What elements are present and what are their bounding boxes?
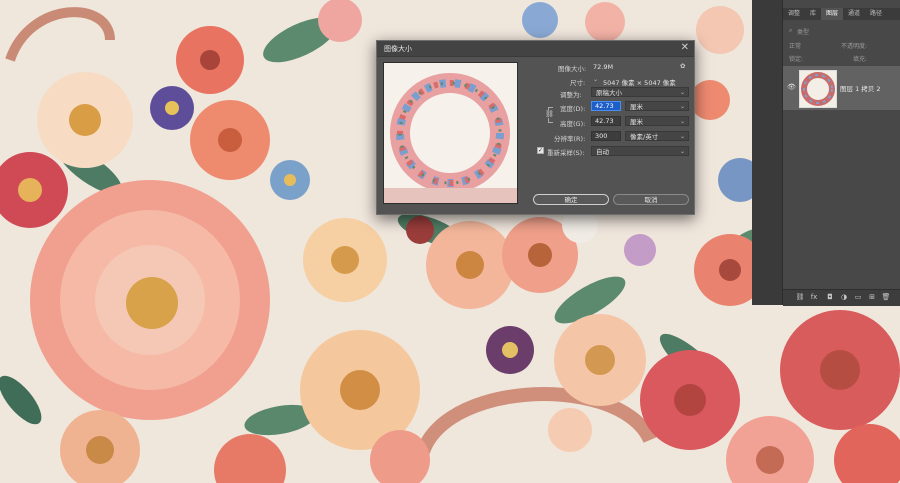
fit-to-select[interactable]: 原稿大小 ⌄: [591, 87, 689, 97]
gear-icon[interactable]: ✿: [680, 62, 685, 70]
height-unit-value: 厘米: [630, 118, 643, 126]
dimensions-value: 5047 像素 × 5047 像素: [603, 79, 676, 87]
chevron-down-icon: ⌄: [679, 148, 685, 155]
dialog-title: 图像大小: [384, 45, 412, 53]
chevron-down-icon: ⌄: [679, 89, 685, 96]
chevron-down-icon: ⌄: [679, 103, 685, 110]
chevron-down-icon: ⌄: [679, 118, 685, 125]
height-label: 高度(G):: [560, 120, 586, 128]
trash-icon[interactable]: 🗑: [881, 293, 891, 301]
dialog-title-bar[interactable]: 图像大小 ✕: [377, 41, 694, 57]
ok-button[interactable]: 确定: [533, 194, 609, 205]
layers-panel: 调整 库 图层 通道 路径 ⌕ 类型 正常 不透明度: 锁定: 填充: 👁 图层…: [782, 0, 900, 306]
opacity-label: 不透明度:: [841, 43, 868, 50]
cancel-button[interactable]: 取消: [613, 194, 689, 205]
fx-icon[interactable]: fx: [809, 293, 819, 301]
fit-to-label: 调整为:: [560, 91, 582, 99]
resolution-unit-select[interactable]: 像素/英寸 ⌄: [625, 131, 689, 141]
dimensions-label: 尺寸:: [570, 79, 586, 87]
tab-adjustments[interactable]: 调整: [783, 8, 805, 20]
constrain-link-icon[interactable]: ⛓: [545, 110, 554, 118]
close-icon[interactable]: ✕: [681, 42, 689, 54]
resolution-input[interactable]: 300: [591, 131, 621, 141]
image-size-dialog: 图像大小 ✕ 图像大小: 72.9M ✿ 尺寸: ⌄ 5047 像素 × 504…: [376, 40, 695, 215]
eye-icon[interactable]: 👁: [787, 83, 796, 91]
fit-to-value: 原稿大小: [596, 89, 622, 97]
resolution-unit-value: 像素/英寸: [630, 133, 659, 141]
fill-label: 填充:: [853, 56, 868, 63]
search-icon: ⌕: [789, 27, 793, 34]
layer-row[interactable]: 👁 图层 1 拷贝 2: [783, 66, 900, 110]
width-input[interactable]: 42.73: [591, 101, 621, 111]
resample-label: 重新采样(S):: [547, 149, 585, 157]
width-unit-value: 厘米: [630, 103, 643, 111]
resolution-label: 分辨率(R):: [554, 135, 586, 143]
blend-row: 正常 不透明度:: [783, 40, 900, 50]
panel-tabs: 调整 库 图层 通道 路径: [783, 8, 900, 20]
height-unit-select[interactable]: 厘米 ⌄: [625, 116, 689, 126]
tab-paths[interactable]: 路径: [865, 8, 887, 20]
image-size-label: 图像大小:: [558, 65, 587, 73]
width-label: 宽度(D):: [560, 105, 586, 113]
resample-select[interactable]: 自动 ⌄: [591, 146, 689, 156]
filter-type-label: 类型: [797, 29, 810, 36]
link-icon[interactable]: ⛓: [795, 293, 805, 301]
lock-label: 锁定:: [789, 56, 804, 63]
blend-mode-select[interactable]: 正常: [789, 41, 801, 50]
collapsed-panel-strip: [752, 0, 782, 305]
lock-row: 锁定: 填充:: [783, 53, 900, 63]
tab-channels[interactable]: 通道: [843, 8, 865, 20]
image-size-value: 72.9M: [593, 63, 614, 71]
panel-bottom-bar: ⛓ fx ◘ ◑ ▭ ⊞ 🗑: [783, 289, 900, 306]
folder-icon[interactable]: ▭: [853, 293, 863, 301]
resample-value: 自动: [596, 148, 609, 156]
layer-name: 图层 1 拷贝 2: [840, 85, 881, 93]
wreath-preview-image: [384, 63, 517, 203]
filter-row[interactable]: ⌕ 类型: [783, 26, 900, 36]
height-input[interactable]: 42.73: [591, 116, 621, 126]
width-unit-select[interactable]: 厘米 ⌄: [625, 101, 689, 111]
chevron-down-icon[interactable]: ⌄: [593, 76, 598, 83]
adjustment-icon[interactable]: ◑: [839, 293, 849, 301]
tab-layers[interactable]: 图层: [821, 8, 843, 20]
new-layer-icon[interactable]: ⊞: [867, 293, 877, 301]
image-preview[interactable]: [383, 62, 518, 204]
chevron-down-icon: ⌄: [679, 133, 685, 140]
tab-libraries[interactable]: 库: [805, 8, 821, 20]
resample-checkbox[interactable]: ✓: [537, 147, 544, 154]
mask-icon[interactable]: ◘: [825, 293, 835, 301]
layer-thumbnail: [799, 70, 837, 108]
